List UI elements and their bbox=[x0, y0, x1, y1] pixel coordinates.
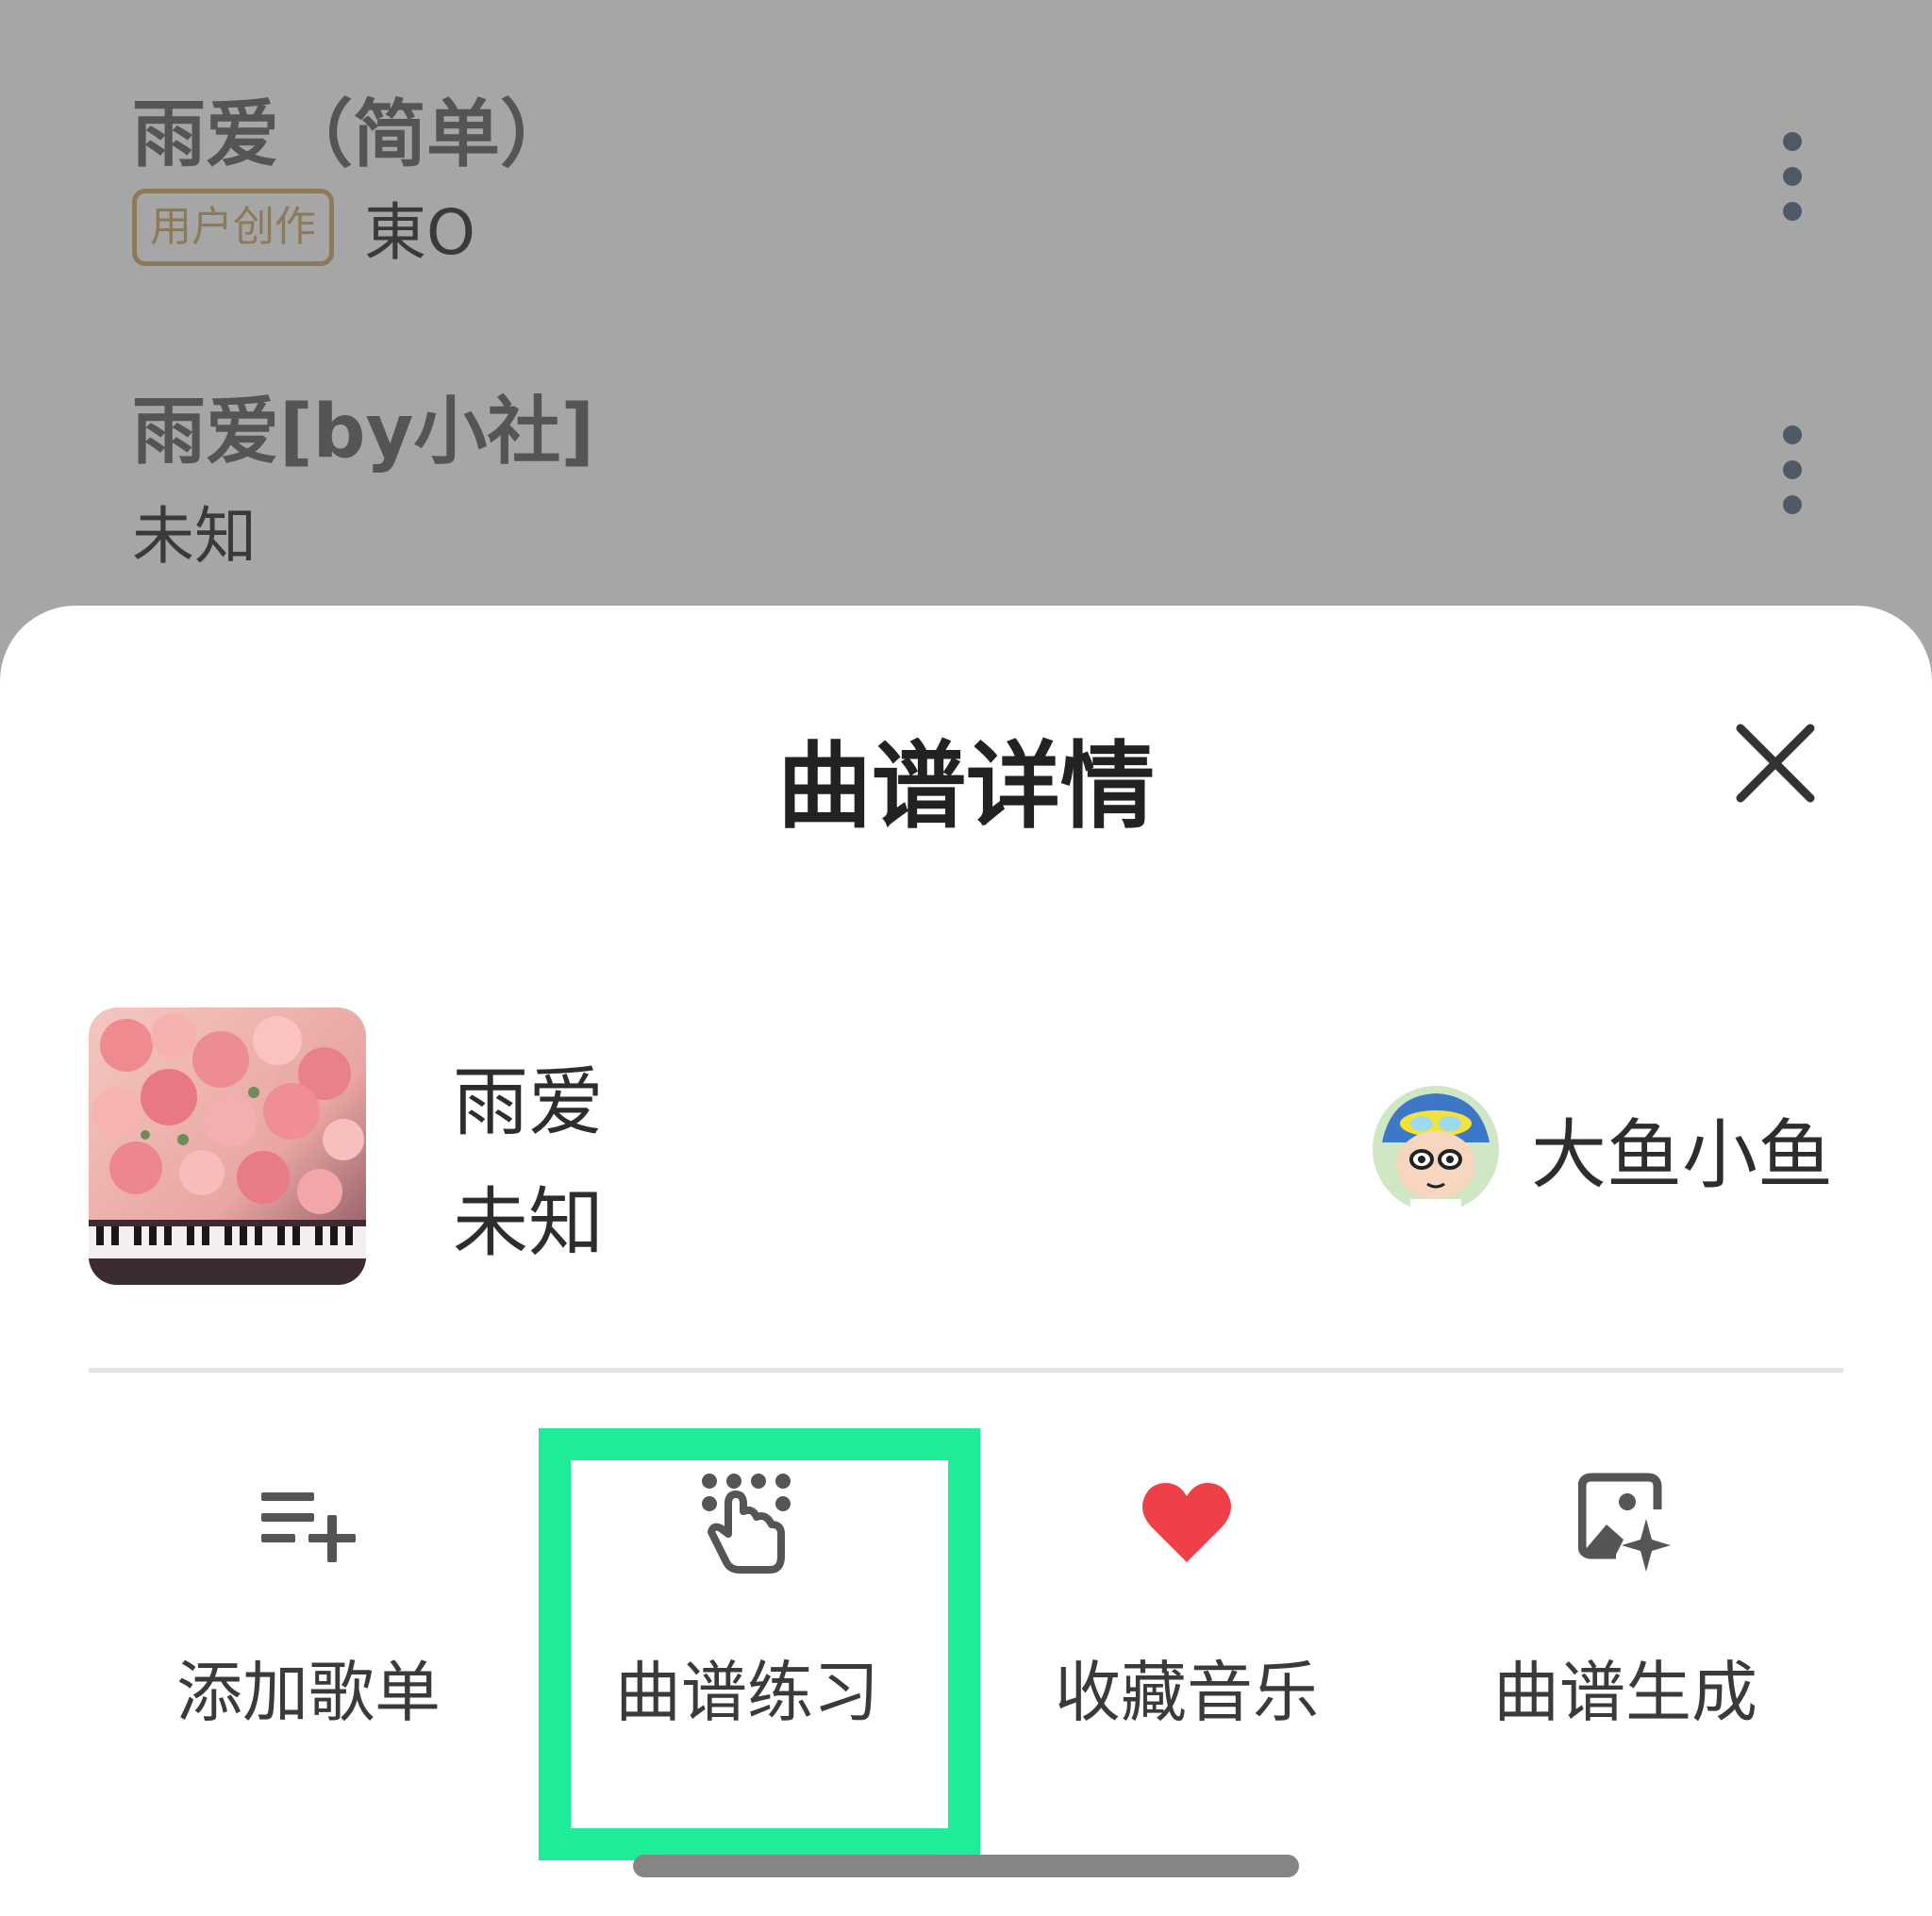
uploader-profile[interactable]: 大鱼小鱼 bbox=[1373, 1083, 1833, 1215]
song-artist: 未知 bbox=[453, 1179, 604, 1267]
list-item-title: 雨爱（简单） bbox=[132, 92, 575, 177]
favorite-music-button[interactable]: 收藏音乐 bbox=[989, 1472, 1385, 1755]
list-item-author: 未知 bbox=[132, 500, 257, 573]
playlist-add-icon bbox=[261, 1492, 356, 1562]
user-created-badge: 用户创作 bbox=[132, 189, 334, 266]
more-vertical-icon[interactable] bbox=[1774, 418, 1811, 522]
score-practice-label: 曲谱练习 bbox=[615, 1654, 879, 1731]
score-generate-label: 曲谱生成 bbox=[1493, 1654, 1757, 1731]
image-sparkle-icon bbox=[1578, 1473, 1671, 1572]
heart-icon bbox=[1142, 1483, 1231, 1562]
list-item-meta: 未知 bbox=[132, 491, 257, 573]
add-to-playlist-button[interactable]: 添加歌单 bbox=[110, 1472, 507, 1755]
list-item-author: 東O bbox=[364, 196, 475, 269]
add-to-playlist-label: 添加歌单 bbox=[176, 1654, 441, 1731]
tap-practice-icon bbox=[702, 1474, 791, 1574]
list-item-title: 雨爱[by小社] bbox=[132, 390, 594, 475]
sheet-title: 曲谱详情 bbox=[777, 731, 1155, 841]
more-vertical-icon[interactable] bbox=[1774, 125, 1811, 228]
score-practice-button[interactable]: 曲谱练习 bbox=[549, 1472, 945, 1755]
list-item-meta: 用户创作 東O bbox=[132, 187, 475, 269]
close-icon[interactable] bbox=[1731, 719, 1820, 808]
favorite-music-label: 收藏音乐 bbox=[1055, 1654, 1319, 1731]
avatar[interactable] bbox=[1373, 1086, 1499, 1212]
score-detail-sheet: 曲谱详情 雨爱 未知 大鱼小鱼 添加歌单 曲谱练习 收藏音乐 曲谱生成 bbox=[0, 606, 1932, 1916]
song-cover-image bbox=[89, 1008, 366, 1285]
song-list: 雨爱（简单） 用户创作 東O 雨爱[by小社] 未知 bbox=[0, 0, 1932, 660]
home-indicator[interactable] bbox=[633, 1855, 1299, 1877]
uploader-name: 大鱼小鱼 bbox=[1531, 1111, 1833, 1199]
score-generate-button[interactable]: 曲谱生成 bbox=[1427, 1472, 1824, 1755]
song-name: 雨爱 bbox=[453, 1058, 604, 1146]
divider bbox=[89, 1368, 1843, 1373]
